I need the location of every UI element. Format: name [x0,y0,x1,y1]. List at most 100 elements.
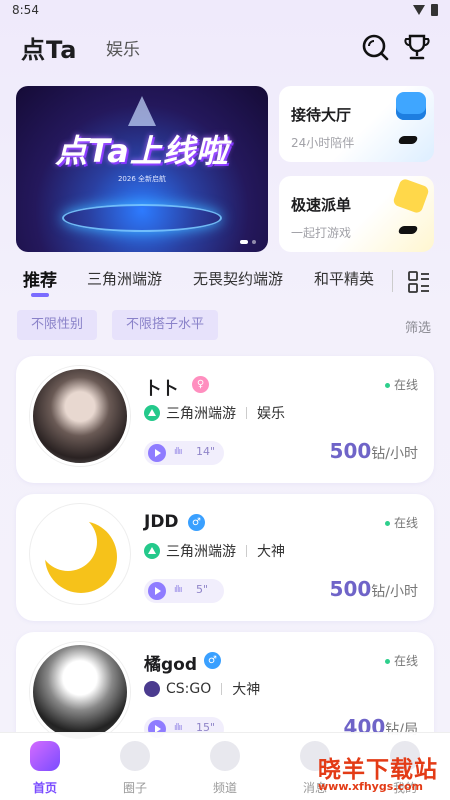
banner-headline: 点Ta上线啦 [55,132,229,170]
pager-dot [240,240,248,244]
player-name: 橘god [144,655,198,675]
voice-duration: 5" [196,583,209,596]
tab-recommend[interactable]: 推荐 [23,266,57,291]
online-status: 在线 [384,514,418,531]
battery-icon [431,4,438,16]
online-status: 在线 [384,652,418,669]
moon-avatar-image [39,513,117,593]
waveform-icon: ıllıı [174,447,182,457]
status-bar: 8:54 [0,0,450,22]
watermark-url: www.xfhygs.com [318,780,423,793]
status-text: 在线 [393,654,418,668]
price-value: 500 [329,439,372,463]
sparkle-icon [210,741,240,771]
waveform-icon: ıllıı [174,585,182,595]
nav-label: 圈子 [122,781,147,795]
mascot-icon [392,177,430,215]
system-icons [413,4,438,16]
avatar[interactable] [30,642,130,742]
voice-intro[interactable]: ıllıı 5" [144,579,224,603]
avatar[interactable] [30,504,130,604]
play-icon[interactable] [148,444,166,462]
separator [221,683,223,695]
nav-label: 频道 [212,781,237,795]
game-row: CS:GO 大神 [144,679,260,699]
game-icon [144,543,160,559]
gender-filter-chip[interactable]: 不限性别 [17,310,98,340]
online-dot [384,383,390,388]
reception-hall-card[interactable]: 接待大厅 24小时陪伴 [279,86,434,162]
price-unit: 钻/小时 [371,584,418,600]
grid-menu-icon[interactable] [407,270,431,294]
status-text: 在线 [393,516,418,530]
female-icon: ♀ [192,376,209,393]
game-icon [144,405,160,421]
online-dot [384,659,390,664]
game-name: CS:GO [166,681,212,697]
game-name: 三角洲端游 [166,544,236,560]
tab-indicator [31,293,49,297]
pager-dot [252,240,256,244]
home-icon [30,741,60,771]
game-icon [144,681,160,697]
player-name: 卜卜 [144,379,178,399]
avatar[interactable] [30,366,130,466]
card-title: 接待大厅 [291,106,352,124]
banner-spire [128,96,156,126]
top-bar: 点Ta 娱乐 [0,30,450,64]
search-icon[interactable] [360,32,390,62]
tab-peace-elite[interactable]: 和平精英 [314,268,374,289]
status-time: 8:54 [12,3,39,17]
card-subtitle: 24小时陪伴 [291,136,355,150]
wifi-icon [413,5,425,15]
player-card[interactable]: 卜卜 ♀ 在线 三角洲端游 娱乐 ıllıı 14" 500钻/小时 [16,356,434,483]
banner-subline: 2026 全新启航 [117,175,167,183]
filter-bar: 不限性别 不限搭子水平 筛选 [0,310,450,342]
quick-dispatch-card[interactable]: 极速派单 一起打游戏 [279,176,434,252]
card-subtitle: 一起打游戏 [291,226,352,240]
level-filter-chip[interactable]: 不限搭子水平 [112,310,219,340]
planet-icon [120,741,150,771]
site-watermark: 晓羊下载站 www.xfhygs.com [316,750,450,798]
promo-banner[interactable]: 点Ta上线啦 2026 全新启航 [16,86,268,252]
play-icon[interactable] [148,582,166,600]
trophy-icon[interactable] [402,32,432,62]
online-status: 在线 [384,376,418,393]
male-icon: ♂ [188,514,205,531]
online-dot [384,521,390,526]
nav-channel[interactable]: 频道 [180,733,270,800]
male-icon: ♂ [204,652,221,669]
status-text: 在线 [393,378,418,392]
player-tag: 娱乐 [257,406,285,422]
nav-label: 首页 [32,781,57,795]
app-logo: 点Ta [21,36,78,64]
banner-pager [240,240,256,244]
watermark-title: 晓羊下载站 [318,757,438,783]
player-name: JDD [144,512,179,532]
nav-circle[interactable]: 圈子 [90,733,180,800]
price: 500钻/小时 [330,577,418,601]
player-tag: 大神 [257,544,285,560]
game-row: 三角洲端游 娱乐 [144,403,285,423]
separator [246,545,247,557]
voice-intro[interactable]: ıllıı 14" [144,441,224,465]
tab-entertainment[interactable]: 娱乐 [106,35,140,60]
player-card[interactable]: JDD ♂ 在线 三角洲端游 大神 ıllıı 5" 500钻/小时 [16,494,434,621]
voice-duration: 14" [196,445,216,458]
category-tabs: 推荐 三角洲端游 无畏契约端游 和平精英 [0,264,450,302]
arrow-icon [397,136,419,144]
price-value: 500 [329,577,372,601]
filter-button[interactable]: 筛选 [405,317,431,336]
tab-divider [392,270,393,292]
game-row: 三角洲端游 大神 [144,541,285,561]
separator [246,407,247,419]
player-tag: 大神 [232,682,261,698]
nav-home[interactable]: 首页 [0,733,90,800]
game-name: 三角洲端游 [166,406,236,422]
tab-delta-force[interactable]: 三角洲端游 [87,268,162,289]
tab-valorant[interactable]: 无畏契约端游 [193,268,283,289]
card-title: 极速派单 [291,196,352,214]
moon-cutout [39,513,97,571]
price-unit: 钻/小时 [371,446,418,462]
price: 500钻/小时 [330,439,418,463]
